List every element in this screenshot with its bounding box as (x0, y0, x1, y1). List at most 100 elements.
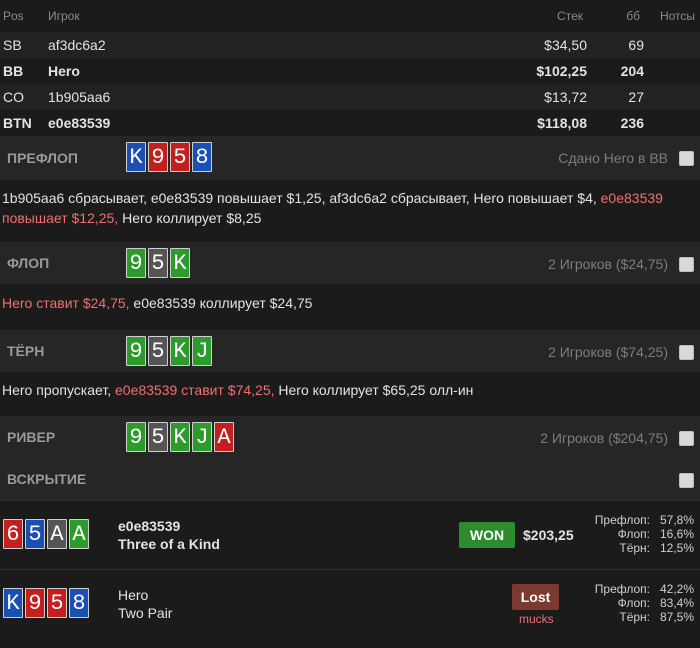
card: 5 (47, 588, 67, 618)
card: 9 (126, 422, 146, 452)
card: 9 (148, 142, 168, 172)
flop-title: ФЛОП (7, 255, 50, 271)
player-bb: 27 (628, 89, 644, 105)
action-text: Hero коллирует $65,25 олл-ин (274, 382, 474, 398)
action-highlight: e0e83539 ставит $74,25, (115, 382, 275, 398)
header-notes: Нотсы (659, 9, 695, 23)
player-stack: $102,25 (536, 63, 587, 79)
showdown-title: ВСКРЫТИЕ (7, 471, 87, 487)
card: J (192, 422, 212, 452)
won-badge: WON (459, 522, 515, 548)
card: A (47, 519, 67, 549)
river-checkbox[interactable] (679, 431, 694, 446)
card: K (170, 422, 190, 452)
card: K (170, 336, 190, 366)
card: 9 (126, 336, 146, 366)
equity-list: Префлоп: 42,2% Флоп: 83,4% Тёрн: 87,5% (590, 582, 694, 624)
turn-title: ТЁРН (7, 343, 45, 359)
card: 5 (170, 142, 190, 172)
card: 8 (69, 588, 89, 618)
equity-label: Флоп: (617, 596, 650, 610)
equity-value: 12,5% (659, 541, 694, 555)
showdown-hand-rank: Two Pair (118, 605, 173, 621)
preflop-title: ПРЕФЛОП (7, 150, 78, 166)
mucks-label: mucks (519, 612, 554, 626)
preflop-info: Сдано Hero в BB (558, 150, 668, 166)
showdown-header: ВСКРЫТИЕ (0, 458, 700, 500)
flop-info: 2 Игроков ($24,75) (548, 256, 668, 272)
river-info: 2 Игроков ($204,75) (540, 430, 668, 446)
showdown-player-name[interactable]: Hero (118, 587, 148, 603)
equity-label: Префлоп: (594, 513, 650, 527)
turn-header: ТЁРН 9 5 K J 2 Игроков ($74,25) (0, 330, 700, 372)
player-pos: SB (3, 37, 22, 53)
showdown-checkbox[interactable] (679, 473, 694, 488)
equity-value: 83,4% (659, 596, 694, 610)
flop-checkbox[interactable] (679, 257, 694, 272)
equity-label: Тёрн: (619, 610, 650, 624)
header-pos: Pos (3, 9, 24, 23)
card: 8 (192, 142, 212, 172)
showdown-player-name[interactable]: e0e83539 (118, 518, 180, 534)
equity-value: 57,8% (659, 513, 694, 527)
action-text: e0e83539 коллирует $24,75 (129, 295, 313, 311)
header-bb: бб (626, 9, 640, 23)
equity-label: Флоп: (617, 527, 650, 541)
player-pos: BB (3, 63, 24, 79)
card: K (3, 588, 23, 618)
won-amount: $203,25 (523, 527, 574, 543)
player-name[interactable]: 1b905aa6 (48, 84, 110, 110)
card: 5 (148, 422, 168, 452)
header-player: Игрок (48, 9, 80, 23)
player-bb: 69 (628, 37, 644, 53)
player-name[interactable]: Hero (48, 58, 80, 84)
card: 9 (126, 248, 146, 278)
card: 5 (25, 519, 45, 549)
player-pos: BTN (3, 115, 32, 131)
preflop-header: ПРЕФЛОП K 9 5 8 Сдано Hero в BB (0, 136, 700, 180)
card: K (170, 248, 190, 278)
player-bb: 236 (620, 115, 644, 131)
flop-cards: 9 5 K (126, 248, 190, 278)
action-text: Hero коллирует $8,25 (118, 210, 262, 226)
river-cards: 9 5 K J A (126, 422, 234, 452)
player-pos: CO (3, 89, 24, 105)
showdown-cards: K 9 5 8 (3, 588, 89, 618)
showdown-hand-rank: Three of a Kind (118, 536, 220, 552)
turn-checkbox[interactable] (679, 345, 694, 360)
card: 9 (25, 588, 45, 618)
player-row: SB af3dc6a2 $34,50 69 (0, 32, 700, 58)
equity-value: 42,2% (659, 582, 694, 596)
player-stack: $13,72 (544, 89, 587, 105)
equity-value: 87,5% (659, 610, 694, 624)
showdown-player-row: K 9 5 8 Hero Two Pair Lost mucks Префлоп… (0, 569, 700, 638)
card: 6 (3, 519, 23, 549)
player-name[interactable]: af3dc6a2 (48, 32, 106, 58)
player-row: BB Hero $102,25 204 (0, 58, 700, 84)
players-table-header: Pos Игрок Стек бб Нотсы (0, 0, 700, 32)
action-text: 1b905aa6 сбрасывает, e0e83539 повышает $… (2, 190, 601, 206)
river-header: РИВЕР 9 5 K J A 2 Игроков ($204,75) (0, 416, 700, 458)
equity-value: 16,6% (659, 527, 694, 541)
turn-cards: 9 5 K J (126, 336, 212, 366)
card: 5 (148, 336, 168, 366)
header-stack: Стек (557, 9, 583, 23)
river-title: РИВЕР (7, 429, 56, 445)
player-stack: $34,50 (544, 37, 587, 53)
equity-label: Тёрн: (619, 541, 650, 555)
equity-label: Префлоп: (594, 582, 650, 596)
card: 5 (148, 248, 168, 278)
preflop-actions: 1b905aa6 сбрасывает, e0e83539 повышает $… (2, 188, 698, 228)
player-name[interactable]: e0e83539 (48, 110, 110, 136)
player-bb: 204 (620, 63, 644, 79)
flop-header: ФЛОП 9 5 K 2 Игроков ($24,75) (0, 242, 700, 284)
player-row: CO 1b905aa6 $13,72 27 (0, 84, 700, 110)
lost-badge: Lost (512, 584, 559, 610)
card: A (69, 519, 89, 549)
turn-info: 2 Игроков ($74,25) (548, 344, 668, 360)
flop-actions: Hero ставит $24,75, e0e83539 коллирует $… (2, 293, 698, 313)
player-row: BTN e0e83539 $118,08 236 (0, 110, 700, 136)
card: K (126, 142, 146, 172)
equity-list: Префлоп: 57,8% Флоп: 16,6% Тёрн: 12,5% (590, 513, 694, 555)
preflop-checkbox[interactable] (679, 151, 694, 166)
